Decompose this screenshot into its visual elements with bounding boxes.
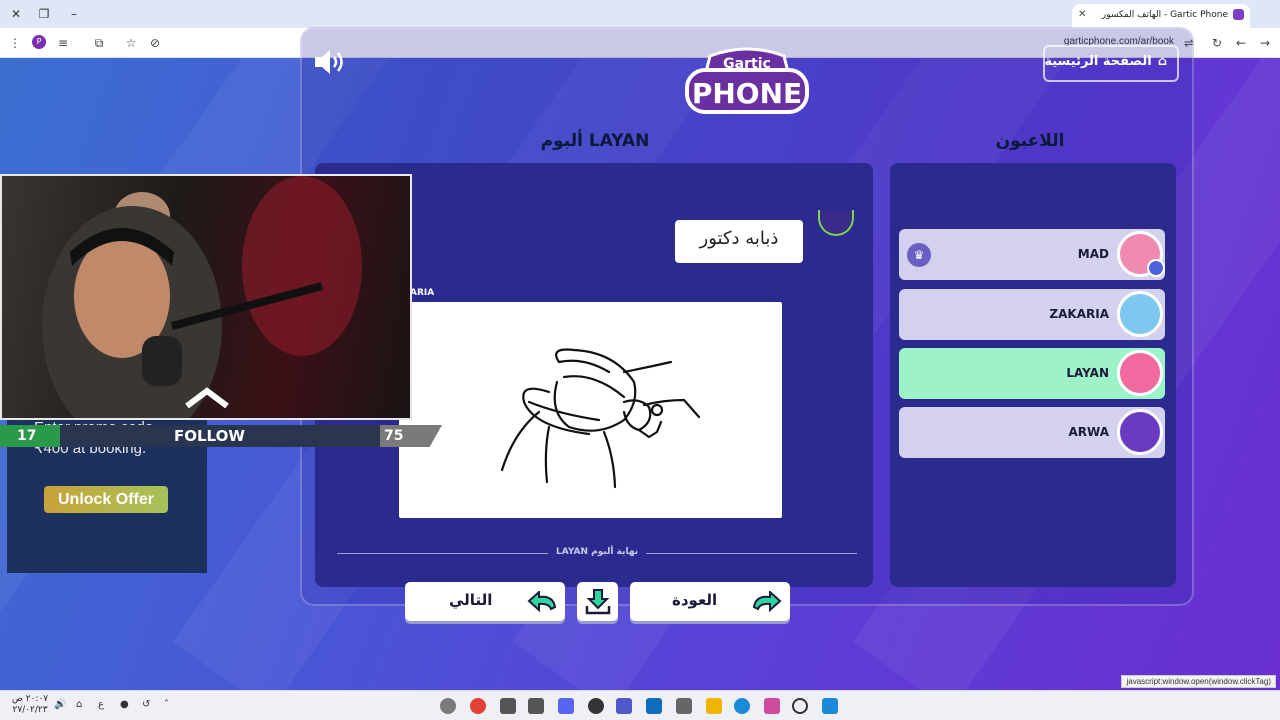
player-avatar xyxy=(1117,291,1163,337)
caption-bubble: ذبابه دكتور xyxy=(675,220,803,263)
crown-icon: ♛ xyxy=(907,243,931,267)
browser-tab-bar: ✕ ❐ – + Gartic Phone - الهاتف المكسور ✕ xyxy=(0,0,1280,28)
sync-icon[interactable]: ↺ xyxy=(142,699,150,710)
player-name: MAD xyxy=(1077,247,1109,261)
follow-label: FOLLOW xyxy=(174,427,245,445)
next-arrow-icon xyxy=(527,591,557,613)
app-icon[interactable] xyxy=(440,698,456,714)
clock-time: ٢٠:٠٧ ص xyxy=(12,694,49,704)
reading-list-icon[interactable]: ≡ xyxy=(54,34,72,52)
minimize-window-icon[interactable]: – xyxy=(64,4,84,24)
outlook-icon[interactable] xyxy=(646,698,662,714)
home-button-label: الصفحة الرئيسية xyxy=(1044,54,1152,69)
player-name: ZAKARIA xyxy=(1049,307,1109,321)
player-card-mad[interactable]: ♛ MAD xyxy=(899,229,1165,280)
tray-expand-icon[interactable]: ˄ xyxy=(164,699,169,710)
host-user-icon xyxy=(1147,259,1165,277)
edge-icon[interactable] xyxy=(734,698,750,714)
speaker-icon[interactable] xyxy=(313,48,347,76)
app-icon[interactable] xyxy=(528,698,544,714)
close-tab-icon[interactable]: ✕ xyxy=(1078,4,1086,26)
teams-icon[interactable] xyxy=(616,698,632,714)
player-card-zakaria[interactable]: ZAKARIA xyxy=(899,289,1165,340)
microphone-icon[interactable]: ● xyxy=(120,699,129,710)
bookmark-star-icon[interactable]: ☆ xyxy=(122,34,140,52)
drawer-name: ARIA xyxy=(410,288,435,298)
logo-main-text: PHONE xyxy=(692,77,802,110)
close-window-icon[interactable]: ✕ xyxy=(6,4,26,24)
webcam-feed-image xyxy=(42,176,362,418)
player-card-arwa[interactable]: ARWA xyxy=(899,407,1165,458)
player-name: ARWA xyxy=(1068,425,1109,439)
follow-goal-count: 75 xyxy=(384,428,404,444)
store-icon[interactable] xyxy=(676,698,692,714)
album-end-label: نهاية ألبوم LAYAN xyxy=(548,547,647,557)
tab-favicon-icon xyxy=(1233,9,1244,20)
chrome-icon[interactable] xyxy=(470,698,486,714)
home-icon: ⌂ xyxy=(1157,54,1167,69)
restore-window-icon[interactable]: ❐ xyxy=(34,4,54,24)
player-avatar xyxy=(1117,409,1163,455)
album-title: ألبوم LAYAN xyxy=(540,131,650,151)
back-button[interactable]: العودة xyxy=(630,582,790,621)
players-title: اللاعبون xyxy=(995,131,1065,151)
start-windows-icon[interactable] xyxy=(822,698,838,714)
back-button-label: العودة xyxy=(672,591,718,609)
webcam-overlay xyxy=(0,174,412,420)
follow-current-count: 17 xyxy=(17,428,37,444)
language-indicator[interactable]: ع xyxy=(98,699,104,710)
player-drawing xyxy=(399,302,782,518)
browser-tab[interactable]: Gartic Phone - الهاتف المكسور ✕ xyxy=(1072,4,1250,28)
search-icon[interactable] xyxy=(792,698,808,714)
extensions-icon[interactable]: ⧉ xyxy=(90,34,108,52)
follow-goal-bar: 17 FOLLOW 75 xyxy=(0,425,445,447)
taskbar: ٢٠:٠٧ ص ٢٧/٠٢/٢٣ 🔊 ⌂ ع ● ↺ ˄ xyxy=(0,690,1280,720)
taskbar-clock[interactable]: ٢٠:٠٧ ص ٢٧/٠٢/٢٣ xyxy=(12,694,48,716)
chatgpt-icon[interactable] xyxy=(588,698,604,714)
menu-dots-icon[interactable]: ⋮ xyxy=(6,34,24,52)
tab-title: Gartic Phone - الهاتف المكسور xyxy=(1101,10,1228,20)
logo-top-text: Gartic xyxy=(723,56,771,72)
volume-icon[interactable]: 🔊 xyxy=(54,699,66,710)
player-card-layan[interactable]: LAYAN xyxy=(899,348,1165,399)
network-icon[interactable]: ⌂ xyxy=(76,699,82,710)
next-button-label: التالي xyxy=(449,591,493,609)
profile-avatar[interactable]: P xyxy=(32,35,46,49)
back-arrow-icon[interactable]: ← xyxy=(1232,34,1250,52)
home-button[interactable]: ⌂ الصفحة الرئيسية xyxy=(1043,45,1179,82)
file-explorer-icon[interactable] xyxy=(706,698,722,714)
copilot-icon[interactable] xyxy=(764,698,780,714)
clock-date: ٢٧/٠٢/٢٣ xyxy=(12,705,48,715)
forward-arrow-icon[interactable]: → xyxy=(1256,34,1274,52)
gartic-phone-logo: Gartic PHONE xyxy=(685,47,809,114)
unlock-offer-button[interactable]: Unlock Offer xyxy=(44,486,168,513)
no-tracking-icon[interactable]: ⊘ xyxy=(146,34,164,52)
player-name: LAYAN xyxy=(1066,366,1109,380)
download-icon xyxy=(585,589,611,615)
discord-icon[interactable] xyxy=(558,698,574,714)
player-avatar xyxy=(1117,350,1163,396)
next-button[interactable]: التالي xyxy=(405,582,565,621)
back-arrow-icon xyxy=(752,591,782,613)
status-url: javascript:window.open(window.clickTag) xyxy=(1121,675,1276,688)
app-icon[interactable] xyxy=(500,698,516,714)
download-button[interactable] xyxy=(577,582,618,621)
reload-icon[interactable]: ↻ xyxy=(1208,34,1226,52)
